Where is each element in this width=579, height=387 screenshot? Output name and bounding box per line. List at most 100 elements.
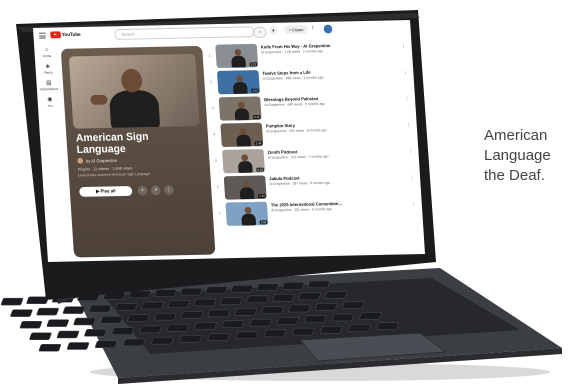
keyboard-key[interactable] [66,342,90,350]
menu-icon[interactable] [38,32,46,39]
keyboard-key[interactable] [324,291,348,299]
keyboard-key[interactable] [220,297,243,305]
keyboard-key[interactable] [179,335,202,343]
keyboard-key[interactable] [0,297,24,306]
keyboard-key[interactable] [261,306,284,314]
play-all-button[interactable]: ▶ Play all [79,186,133,197]
keyboard-key[interactable] [315,303,338,311]
keyboard-key[interactable] [194,322,217,330]
keyboard-key[interactable] [359,312,382,320]
keyboard-key[interactable] [342,301,365,310]
keyboard-key[interactable] [36,307,59,316]
keyboard-key[interactable] [84,329,107,337]
video-title[interactable]: Knife From His Way - Al Grapentine [261,42,398,49]
keyboard-key[interactable] [73,317,96,326]
video-thumbnail[interactable]: 6:10 [222,149,265,174]
mic-icon[interactable]: ● [268,25,278,35]
keyboard-key[interactable] [307,280,330,289]
keyboard-key[interactable] [139,325,162,334]
keyboard-key[interactable] [221,320,245,329]
keyboard-key[interactable] [115,303,138,311]
more-options-icon[interactable]: ⋮ [406,122,411,128]
keyboard-key[interactable] [249,318,272,327]
keyboard-key[interactable] [166,323,190,332]
more-options-icon[interactable]: ⋮ [403,70,408,76]
keyboard-key[interactable] [205,286,228,294]
video-thumbnail[interactable]: 2:48 [220,122,264,148]
keyboard-key[interactable] [292,327,315,336]
video-title[interactable]: Zenith Podcast [267,147,404,155]
keyboard-key[interactable] [304,315,327,323]
keyboard-key[interactable] [141,301,164,310]
keyboard-key[interactable] [376,322,399,330]
video-title[interactable]: Twelve Steps from a Life [262,68,399,76]
keyboard-key[interactable] [19,320,43,329]
more-options-icon[interactable]: ⋮ [410,175,415,181]
more-options-icon[interactable]: ⋮ [411,201,416,207]
video-thumbnail[interactable]: 4:02 [216,70,260,95]
sidebar-item-shorts[interactable]: ◈ Shorts [35,64,60,75]
share-icon[interactable]: ↗ [150,185,161,196]
keyboard-key[interactable] [62,306,86,314]
keyboard-key[interactable] [46,319,70,327]
video-title[interactable]: The 2025 International Convention... [271,200,408,207]
keyboard-key[interactable] [320,326,343,334]
keyboard-key[interactable] [123,338,146,347]
playlist-channel[interactable]: by Al Grapentine [77,157,117,164]
keyboard-key[interactable] [276,317,300,325]
sidebar-item-subscriptions[interactable]: ▤ Subscriptions [36,80,61,91]
video-title[interactable]: Jabula Podcast [269,173,406,182]
video-thumbnail[interactable]: 7:33 [223,175,267,200]
bell-icon[interactable]: ♪ [311,25,314,31]
keyboard-key[interactable] [235,331,259,339]
keyboard-key[interactable] [151,336,174,345]
keyboard-key[interactable] [10,309,33,317]
keyboard-key[interactable] [38,344,62,352]
save-playlist-icon[interactable]: + [137,185,148,196]
keyboard-key[interactable] [29,332,52,340]
keyboard-key[interactable] [100,316,123,324]
more-options-icon[interactable]: ⋮ [401,44,406,50]
keyboard-key[interactable] [288,304,311,313]
more-options-icon[interactable]: ⋮ [405,96,410,102]
account-avatar[interactable] [323,24,333,34]
keyboard-key[interactable] [272,294,295,302]
keyboard-key[interactable] [180,311,204,319]
create-button[interactable]: + Create [283,25,309,35]
video-thumbnail[interactable]: 5:15 [218,96,262,121]
keyboard-key[interactable] [331,313,355,322]
search-icon[interactable]: ⌕ [252,26,267,38]
keyboard-key[interactable] [234,308,258,316]
youtube-logo[interactable]: YouTube [50,31,81,39]
keyboard-key[interactable] [207,333,230,341]
video-thumbnail[interactable]: 3:21 [215,43,259,69]
keyboard-key[interactable] [231,284,254,293]
keyboard-key[interactable] [282,282,305,290]
more-options-icon[interactable]: ⋮ [163,185,174,196]
keyboard-key[interactable] [193,298,217,307]
sidebar-item-you[interactable]: ◉ You [37,97,62,108]
keyboard-key[interactable] [298,292,321,301]
sidebar-item-home[interactable]: ⌂ Home [34,47,59,58]
keyboard-key[interactable] [26,296,49,304]
keyboard-key[interactable] [154,312,177,321]
search-input[interactable]: Search ⌕ [114,26,267,40]
keyboard-key[interactable] [256,283,279,292]
video-title[interactable]: Pumpkin Story [266,121,403,128]
keyboard-key[interactable] [95,340,118,348]
keyboard-key[interactable] [167,300,190,308]
video-title[interactable]: Blessings Beyond Pakistan [264,94,401,102]
keyboard-key[interactable] [111,327,135,335]
keyboard-key[interactable] [207,309,231,318]
keyboard-key[interactable] [179,287,203,296]
keyboard-key[interactable] [128,290,151,299]
playlist-thumbnail[interactable] [68,53,200,129]
keyboard-key[interactable] [56,330,80,339]
more-options-icon[interactable]: ⋮ [408,149,413,155]
keyboard-key[interactable] [127,314,150,322]
keyboard-key[interactable] [246,295,269,304]
video-thumbnail[interactable]: 3:05 [225,201,269,226]
keyboard-key[interactable] [154,289,177,297]
keyboard-key[interactable] [263,329,287,338]
keyboard-key[interactable] [88,304,112,313]
